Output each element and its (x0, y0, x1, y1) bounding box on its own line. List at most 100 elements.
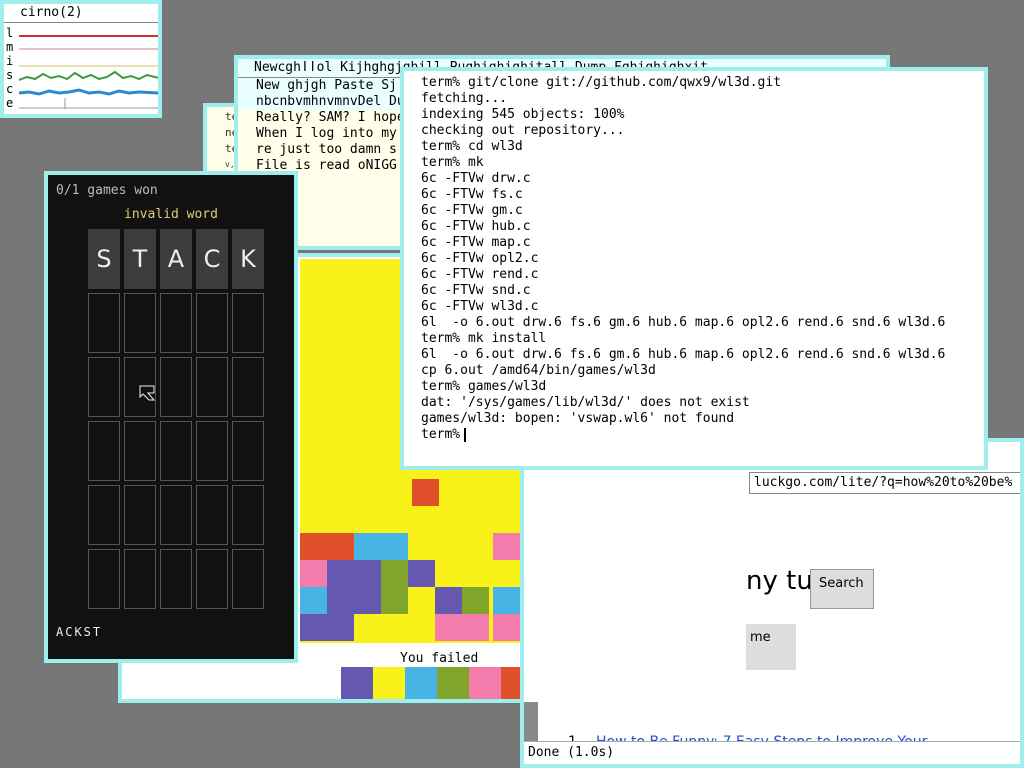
color-swatch[interactable] (341, 667, 373, 699)
game-block (435, 614, 462, 641)
terminal-line: cp 6.out /amd64/bin/games/wl3d (421, 363, 656, 378)
game-block (408, 560, 435, 587)
empty-tile (232, 357, 264, 417)
terminal-line: 6c -FTVw gm.c (421, 203, 523, 218)
stats-row-mem: m (4, 40, 158, 54)
game-block (435, 587, 462, 614)
stats-label: l (6, 26, 14, 40)
search-query-text[interactable]: ny tu (746, 566, 813, 596)
terminal-line: 6c -FTVw drw.c (421, 171, 531, 186)
game-block (354, 614, 381, 641)
game-block (462, 587, 489, 614)
search-button[interactable]: Search (810, 569, 874, 609)
empty-tile (232, 293, 264, 353)
game-block (300, 560, 327, 587)
empty-tile (88, 485, 120, 545)
terminal-line: term% cd wl3d (421, 139, 523, 154)
letter-tile: A (160, 229, 192, 289)
prompt-text: term% (421, 427, 461, 442)
url-field[interactable]: luckgo.com/lite/?q=how%20to%20be% (749, 472, 1020, 494)
game-block (493, 587, 520, 614)
game-block (354, 560, 381, 587)
word-game-window[interactable]: 0/1 games won invalid word STACK ACKST (44, 171, 298, 663)
terminal-line: 6l -o 6.out drw.6 fs.6 gm.6 hub.6 map.6 … (421, 315, 946, 330)
stats-label: e (6, 96, 14, 110)
scrollbar[interactable] (524, 702, 538, 742)
game-block (300, 587, 327, 614)
terminal-line: term% games/wl3d (421, 379, 547, 394)
empty-tile (232, 549, 264, 609)
game-status: You failed (400, 651, 479, 666)
stats-row-syscall: s (4, 68, 158, 82)
empty-tile (160, 549, 192, 609)
game-block (354, 587, 381, 614)
terminal-line: term% git/clone git://github.com/qwx9/wl… (421, 75, 782, 90)
terminal-line: 6c -FTVw snd.c (421, 283, 531, 298)
empty-tile (160, 357, 192, 417)
game-block (412, 479, 439, 506)
game-message: invalid word (124, 207, 218, 222)
empty-tile (196, 421, 228, 481)
terminal-line: 6l -o 6.out drw.6 fs.6 gm.6 hub.6 map.6 … (421, 347, 946, 362)
terminal-line: term% mk install (421, 331, 547, 346)
stats-title: cirno(2) (4, 4, 158, 23)
terminal-line: 6c -FTVw rend.c (421, 267, 539, 282)
stats-label: c (6, 82, 14, 96)
stats-label: i (6, 54, 14, 68)
games-won-counter: 0/1 games won (56, 183, 158, 198)
game-block (462, 614, 489, 641)
terminal-output[interactable]: term% git/clone git://github.com/qwx9/wl… (421, 75, 945, 443)
terminal-line: 6c -FTVw hub.c (421, 219, 531, 234)
color-swatch[interactable] (469, 667, 501, 699)
stats-label: s (6, 68, 14, 82)
cursor-icon (139, 385, 156, 401)
empty-tile (196, 485, 228, 545)
terminal-line: games/wl3d: bopen: 'vswap.wl6' not found (421, 411, 735, 426)
ether-graph (19, 98, 158, 109)
stats-row-load: l (4, 26, 158, 40)
game-block (327, 560, 354, 587)
terminal-prompt[interactable]: term% (421, 427, 945, 443)
empty-tile (196, 357, 228, 417)
empty-tile (124, 421, 156, 481)
game-block (381, 560, 408, 587)
game-block (300, 614, 327, 641)
letter-tile: K (232, 229, 264, 289)
game-block (381, 614, 408, 641)
stats-row-context: c (4, 82, 158, 96)
empty-tile (88, 421, 120, 481)
game-block (493, 533, 520, 560)
game-block (327, 587, 354, 614)
used-letters: ACKST (56, 625, 103, 639)
game-block (300, 533, 327, 560)
terminal-line: checking out repository... (421, 123, 625, 138)
stats-window[interactable]: cirno(2) l m i s c e (0, 0, 162, 118)
terminal-line: 6c -FTVw wl3d.c (421, 299, 539, 314)
empty-tile (160, 421, 192, 481)
color-swatch[interactable] (373, 667, 405, 699)
context-graph (19, 88, 158, 96)
empty-tile (160, 485, 192, 545)
terminal-window[interactable]: term% git/clone git://github.com/qwx9/wl… (400, 67, 988, 470)
game-block (354, 533, 381, 560)
empty-tile (160, 293, 192, 353)
empty-tile (88, 293, 120, 353)
stats-label: m (6, 40, 14, 54)
color-palette (341, 667, 533, 699)
terminal-line: term% mk (421, 155, 484, 170)
browser-window[interactable]: luckgo.com/lite/?q=how%20to%20be% ny tu … (520, 438, 1024, 768)
text-cursor-icon (464, 427, 467, 442)
load-graph (19, 35, 158, 37)
letter-tile: S (88, 229, 120, 289)
syscall-graph (19, 70, 158, 81)
letter-tile: C (196, 229, 228, 289)
empty-tile (196, 549, 228, 609)
color-swatch[interactable] (405, 667, 437, 699)
home-button[interactable]: me (746, 624, 796, 670)
empty-tile (196, 293, 228, 353)
game-block (493, 614, 520, 641)
color-swatch[interactable] (437, 667, 469, 699)
game-block (381, 533, 408, 560)
status-bar: Done (1.0s) (524, 741, 1020, 764)
stats-row-intr: i (4, 54, 158, 68)
